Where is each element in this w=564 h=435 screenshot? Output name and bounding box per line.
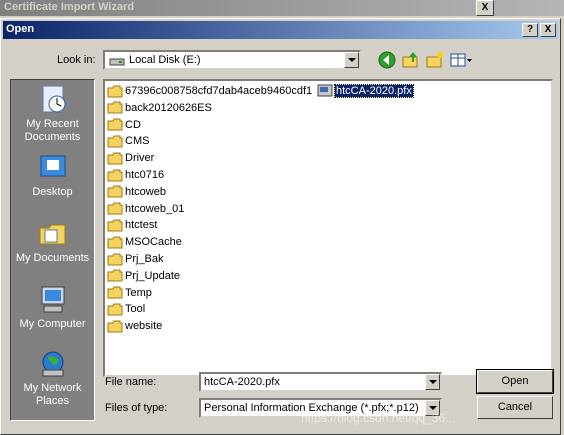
help-button[interactable]: ?	[522, 23, 538, 37]
folder-icon	[107, 236, 123, 249]
wizard-title: Certificate Import Wizard	[4, 1, 135, 13]
file-list[interactable]: 67396c008758cfd7dab4aceb9460cdf1 back2012…	[103, 79, 553, 377]
look-in-combo[interactable]: Local Disk (E:)	[103, 50, 361, 70]
folder-item[interactable]: Temp	[107, 285, 152, 301]
file-type-label: Files of type:	[105, 402, 168, 414]
desktop-icon	[40, 155, 65, 177]
place-recent[interactable]: My Recent Documents	[11, 84, 94, 144]
file-name-label-text: File name:	[105, 376, 157, 388]
open-button[interactable]: Open	[476, 369, 554, 394]
folder-icon	[107, 85, 123, 98]
open-dialog: Open ? X Look in: Local Disk (E:) My Rec…	[0, 18, 561, 435]
certificate-file-icon	[317, 84, 333, 97]
folder-item[interactable]: htcoweb_01	[107, 201, 184, 217]
folder-name: Prj_Bak	[125, 253, 164, 265]
folder-icon	[107, 286, 123, 299]
view-menu-icon[interactable]	[449, 50, 473, 70]
folder-name: back20120626ES	[125, 101, 212, 114]
folder-name: CD	[125, 118, 141, 131]
folder-item[interactable]: website	[107, 318, 162, 334]
places-bar: My Recent Documents Desktop My Documents…	[10, 79, 95, 421]
network-places-icon	[42, 351, 63, 377]
back-icon[interactable]	[377, 50, 397, 70]
place-my-computer[interactable]: My Computer	[11, 284, 94, 331]
folder-icon	[107, 169, 123, 182]
folder-name: Tool	[125, 303, 146, 316]
folder-item[interactable]: back20120626ES	[107, 100, 212, 116]
folder-item[interactable]: htcoweb	[107, 184, 166, 200]
recent-documents-icon	[42, 85, 65, 113]
folder-name: htcoweb_01	[125, 202, 185, 215]
folder-name: Prj_Update	[125, 269, 181, 282]
place-network[interactable]: My Network Places	[11, 348, 94, 408]
folder-item[interactable]: CMS	[107, 133, 149, 149]
place-label: Desktop	[32, 186, 73, 198]
look-in-dropdown-icon[interactable]	[344, 52, 359, 68]
new-folder-icon[interactable]	[425, 50, 445, 70]
folder-name: website	[125, 320, 163, 333]
folder-name: CMS	[125, 135, 150, 148]
place-label: My Documents	[15, 252, 90, 264]
folder-icon	[107, 152, 123, 165]
folder-item[interactable]: Tool	[107, 301, 145, 317]
file-name-dropdown-icon[interactable]	[425, 374, 440, 390]
folder-icon	[107, 269, 123, 282]
folder-icon	[107, 101, 123, 114]
folder-name: 67396c008758cfd7dab4aceb9460cdf1	[125, 85, 313, 97]
folder-icon	[107, 202, 123, 215]
folder-icon	[107, 135, 123, 148]
folder-item[interactable]: htc0716	[107, 167, 164, 183]
place-label: My Recent Documents	[24, 118, 81, 143]
my-computer-icon	[41, 286, 64, 313]
place-desktop[interactable]: Desktop	[11, 152, 94, 199]
place-my-documents[interactable]: My Documents	[11, 218, 94, 265]
place-label: My Network Places	[23, 382, 82, 407]
folder-name: htc0716	[125, 169, 165, 181]
my-documents-icon	[39, 224, 65, 245]
folder-icon	[107, 219, 123, 232]
folder-name: htcoweb	[125, 185, 166, 198]
folder-icon	[107, 303, 123, 316]
folder-icon	[107, 253, 123, 266]
file-name: htcCA-2020.pfx	[334, 84, 414, 98]
wizard-title-bar: Certificate Import Wizard X	[0, 0, 564, 16]
folder-item[interactable]: htctest	[107, 217, 157, 233]
file-name-value: htcCA-2020.pfx	[204, 376, 280, 388]
folder-name: Driver	[125, 152, 155, 165]
close-button[interactable]: X	[540, 23, 556, 37]
dialog-title: Open	[6, 23, 35, 35]
folder-item[interactable]: Driver	[107, 150, 154, 166]
folder-name: htctest	[125, 219, 158, 232]
folder-item[interactable]: Prj_Update	[107, 268, 180, 284]
folder-name: Temp	[125, 286, 152, 299]
up-folder-icon[interactable]	[401, 50, 421, 70]
folder-icon	[107, 118, 123, 131]
drive-icon	[109, 58, 125, 66]
file-name-input[interactable]: htcCA-2020.pfx	[199, 372, 442, 392]
folder-item[interactable]: Prj_Bak	[107, 251, 164, 267]
place-label: My Computer	[19, 318, 86, 330]
folder-icon	[107, 320, 123, 333]
folder-item[interactable]: 67396c008758cfd7dab4aceb9460cdf1	[107, 83, 312, 99]
folder-name: MSOCache	[125, 236, 182, 249]
folder-item[interactable]: MSOCache	[107, 234, 182, 250]
watermark: https://blog.csdn.net/qq_36...	[301, 411, 456, 425]
look-in-value: Local Disk (E:)	[129, 54, 201, 66]
dialog-title-bar: Open ? X	[3, 21, 558, 39]
file-item[interactable]: htcCA-2020.pfx	[317, 83, 414, 99]
look-in-label: Look in:	[57, 54, 96, 66]
cancel-button[interactable]: Cancel	[477, 396, 553, 419]
folder-icon	[107, 185, 123, 198]
wizard-close-button[interactable]: X	[476, 0, 494, 16]
folder-item[interactable]: CD	[107, 117, 141, 133]
